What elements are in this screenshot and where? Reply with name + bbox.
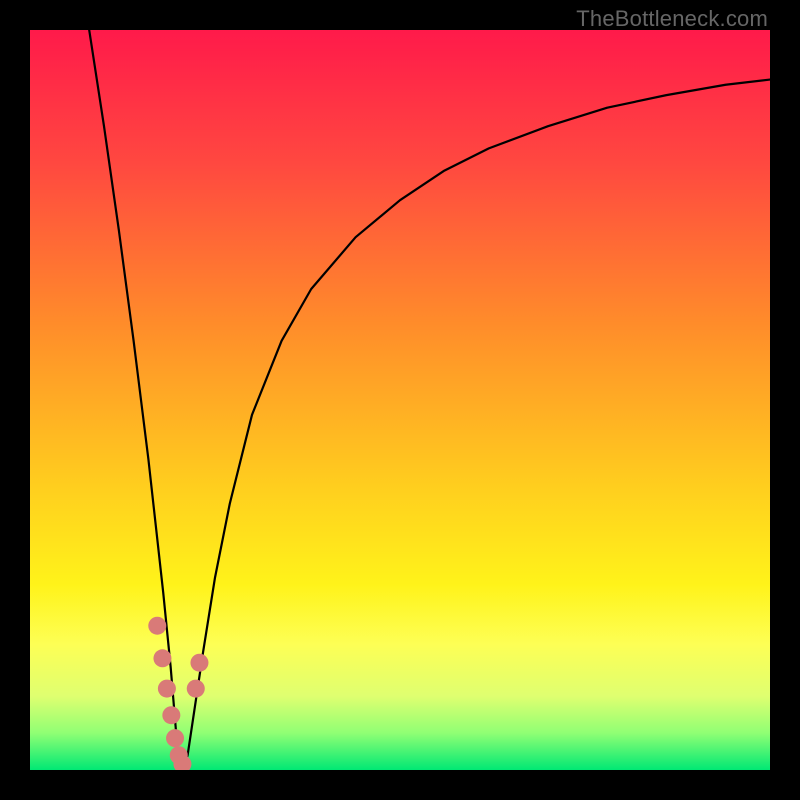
- highlight-dot: [148, 617, 166, 635]
- highlight-dot: [153, 649, 171, 667]
- highlight-dot: [190, 654, 208, 672]
- watermark-label: TheBottleneck.com: [576, 6, 768, 32]
- chart-frame: TheBottleneck.com: [0, 0, 800, 800]
- highlight-dot: [162, 706, 180, 724]
- highlight-dot: [187, 680, 205, 698]
- highlight-dot: [158, 680, 176, 698]
- chart-svg: [30, 30, 770, 770]
- highlight-dot: [166, 729, 184, 747]
- plot-area: [30, 30, 770, 770]
